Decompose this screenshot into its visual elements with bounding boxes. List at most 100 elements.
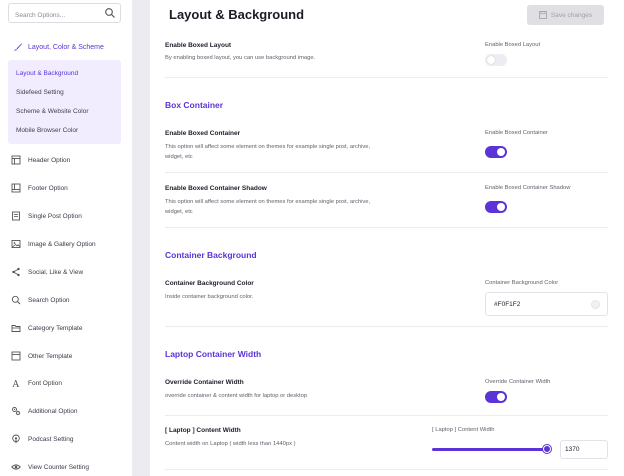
- sidebar-item-label: Layout, Color & Scheme: [28, 43, 104, 51]
- override-width-title: Override Container Width: [165, 379, 244, 386]
- svg-text:A: A: [12, 380, 20, 388]
- toggle-knob: [497, 393, 505, 401]
- container-bg-color-control-label: Container Background Color: [485, 280, 559, 286]
- toggle-knob: [497, 148, 505, 156]
- sidebar-item-single-post-option[interactable]: Single Post Option: [11, 210, 82, 222]
- sidebar-item-label: Search Option: [28, 296, 70, 304]
- boxed-container-title: Enable Boxed Container: [165, 130, 241, 137]
- content-width-slider-thumb[interactable]: [543, 445, 551, 453]
- sidebar-item-podcast-setting[interactable]: Podcast Setting: [11, 433, 74, 445]
- sidebar-item-social-like-view[interactable]: Social, Like & View: [11, 266, 83, 278]
- sidebar-item-label: View Counter Setting: [28, 463, 89, 471]
- toggle-knob: [497, 203, 505, 211]
- search-box: [8, 3, 121, 25]
- search-icon[interactable]: [104, 7, 116, 19]
- sidebar-item-label: Category Template: [28, 324, 83, 332]
- boxed-container-description: This option will affect some element on …: [165, 143, 435, 162]
- sidebar-item-layout-color-scheme[interactable]: Layout, Color & Scheme: [13, 41, 104, 53]
- sidebar-item-label: Social, Like & View: [28, 268, 84, 276]
- page-title: Layout & Background: [169, 7, 305, 22]
- boxed-layout-control-label: Enable Boxed Layout: [485, 42, 541, 48]
- sidebar-item-category-template[interactable]: Category Template: [11, 322, 82, 334]
- boxed-container-shadow-control-label: Enable Boxed Container Shadow: [485, 185, 571, 191]
- divider: [165, 415, 608, 416]
- laptop-content-width-title: [ Laptop ] Content Width: [165, 427, 241, 434]
- sidebar-item-font-option[interactable]: A Font Option: [11, 377, 62, 389]
- boxed-layout-toggle[interactable]: [485, 54, 507, 66]
- container-bg-color-title: Container Background Color: [165, 280, 254, 287]
- save-changes-button[interactable]: Save changes: [527, 5, 604, 25]
- content-width-slider-track[interactable]: [432, 448, 548, 451]
- divider: [165, 469, 608, 470]
- description-line: widget, etc: [165, 208, 193, 215]
- subnav-item-layout-background[interactable]: Layout & Background: [16, 70, 78, 77]
- sidebar-item-label: Header Option: [28, 156, 71, 164]
- subnav-item-sidefeed-setting[interactable]: Sidefeed Setting: [16, 89, 64, 96]
- sidebar-item-label: Footer Option: [28, 184, 68, 192]
- font-icon: A: [12, 380, 20, 388]
- sidebar-item-label: Font Option: [28, 379, 62, 387]
- boxed-container-shadow-toggle[interactable]: [485, 201, 507, 213]
- sidebar-item-label: Image & Gallery Option: [28, 240, 96, 248]
- override-width-description: override container & content width for l…: [165, 393, 308, 399]
- folder-icon: [11, 325, 21, 332]
- sidebar-item-additional-option[interactable]: Additional Option: [11, 405, 78, 417]
- sidebar-item-label: Podcast Setting: [28, 435, 74, 443]
- laptop-content-width-description: Content width on Laptop ( width less tha…: [165, 441, 296, 447]
- laptop-content-width-control-label: [ Laptop ] Content Width: [432, 427, 495, 433]
- image-icon: [11, 240, 21, 248]
- template-icon: [11, 351, 21, 361]
- divider: [165, 326, 608, 327]
- subnav-item-scheme-website-color[interactable]: Scheme & Website Color: [16, 108, 89, 115]
- document-icon: [12, 211, 20, 221]
- container-background-heading: Container Background: [165, 250, 257, 260]
- brush-icon: [14, 43, 22, 51]
- sidebar-item-footer-option[interactable]: Footer Option: [11, 182, 68, 194]
- podcast-icon: [12, 434, 20, 444]
- save-icon: [538, 11, 547, 19]
- sidebar-subnav: Layout & Background Sidefeed Setting Sch…: [8, 60, 121, 144]
- laptop-container-width-heading: Laptop Container Width: [165, 349, 262, 359]
- boxed-container-toggle[interactable]: [485, 146, 507, 158]
- settings-panel: Layout & Background Save changes Enable …: [150, 0, 624, 476]
- container-bg-color-picker[interactable]: #F0F1F2: [485, 292, 608, 316]
- description-line: This option will affect some element on …: [165, 144, 371, 150]
- box-container-heading: Box Container: [165, 100, 224, 110]
- boxed-container-shadow-description: This option will affect some element on …: [165, 198, 435, 217]
- sidebar-item-header-option[interactable]: Header Option: [11, 154, 70, 166]
- boxed-container-shadow-title: Enable Boxed Container Shadow: [165, 185, 267, 192]
- divider: [165, 172, 608, 173]
- container-bg-color-description: Inside container background color.: [165, 294, 254, 300]
- subnav-item-mobile-browser-color[interactable]: Mobile Browser Color: [16, 127, 78, 134]
- override-width-control-label: Override Container Width: [485, 379, 551, 385]
- sidebar-item-search-option[interactable]: Search Option: [11, 294, 70, 306]
- save-changes-label: Save changes: [550, 11, 593, 19]
- sidebar-item-label: Single Post Option: [28, 212, 82, 220]
- gears-icon: [12, 407, 21, 416]
- divider: [165, 77, 608, 78]
- color-value: #F0F1F2: [494, 301, 521, 308]
- description-line: This option will affect some element on …: [165, 199, 371, 205]
- boxed-container-control-label: Enable Boxed Container: [485, 130, 548, 136]
- divider: [165, 227, 608, 228]
- share-icon: [12, 267, 20, 277]
- sidebar-item-label: Other Template: [28, 352, 73, 360]
- sidebar-gutter: [132, 0, 150, 476]
- override-width-toggle[interactable]: [485, 391, 507, 403]
- sidebar-item-other-template[interactable]: Other Template: [11, 350, 72, 362]
- boxed-layout-title: Enable Boxed Layout: [165, 42, 232, 49]
- boxed-layout-description: By enabling boxed layout, you can use ba…: [165, 55, 316, 61]
- sidebar-item-label: Additional Option: [28, 407, 78, 415]
- search-input[interactable]: [9, 6, 99, 25]
- sidebar-item-image-gallery-option[interactable]: Image & Gallery Option: [11, 238, 96, 250]
- sidebar: Layout, Color & Scheme Layout & Backgrou…: [0, 0, 132, 476]
- content-width-input[interactable]: [560, 440, 608, 459]
- toggle-knob: [487, 56, 495, 64]
- eye-icon: [11, 464, 21, 470]
- search-icon: [11, 295, 21, 305]
- color-swatch[interactable]: [591, 300, 600, 309]
- description-line: widget, etc: [165, 153, 193, 160]
- sidebar-item-view-counter-setting[interactable]: View Counter Setting: [11, 461, 89, 473]
- footer-icon: [11, 183, 21, 193]
- header-icon: [11, 155, 21, 165]
